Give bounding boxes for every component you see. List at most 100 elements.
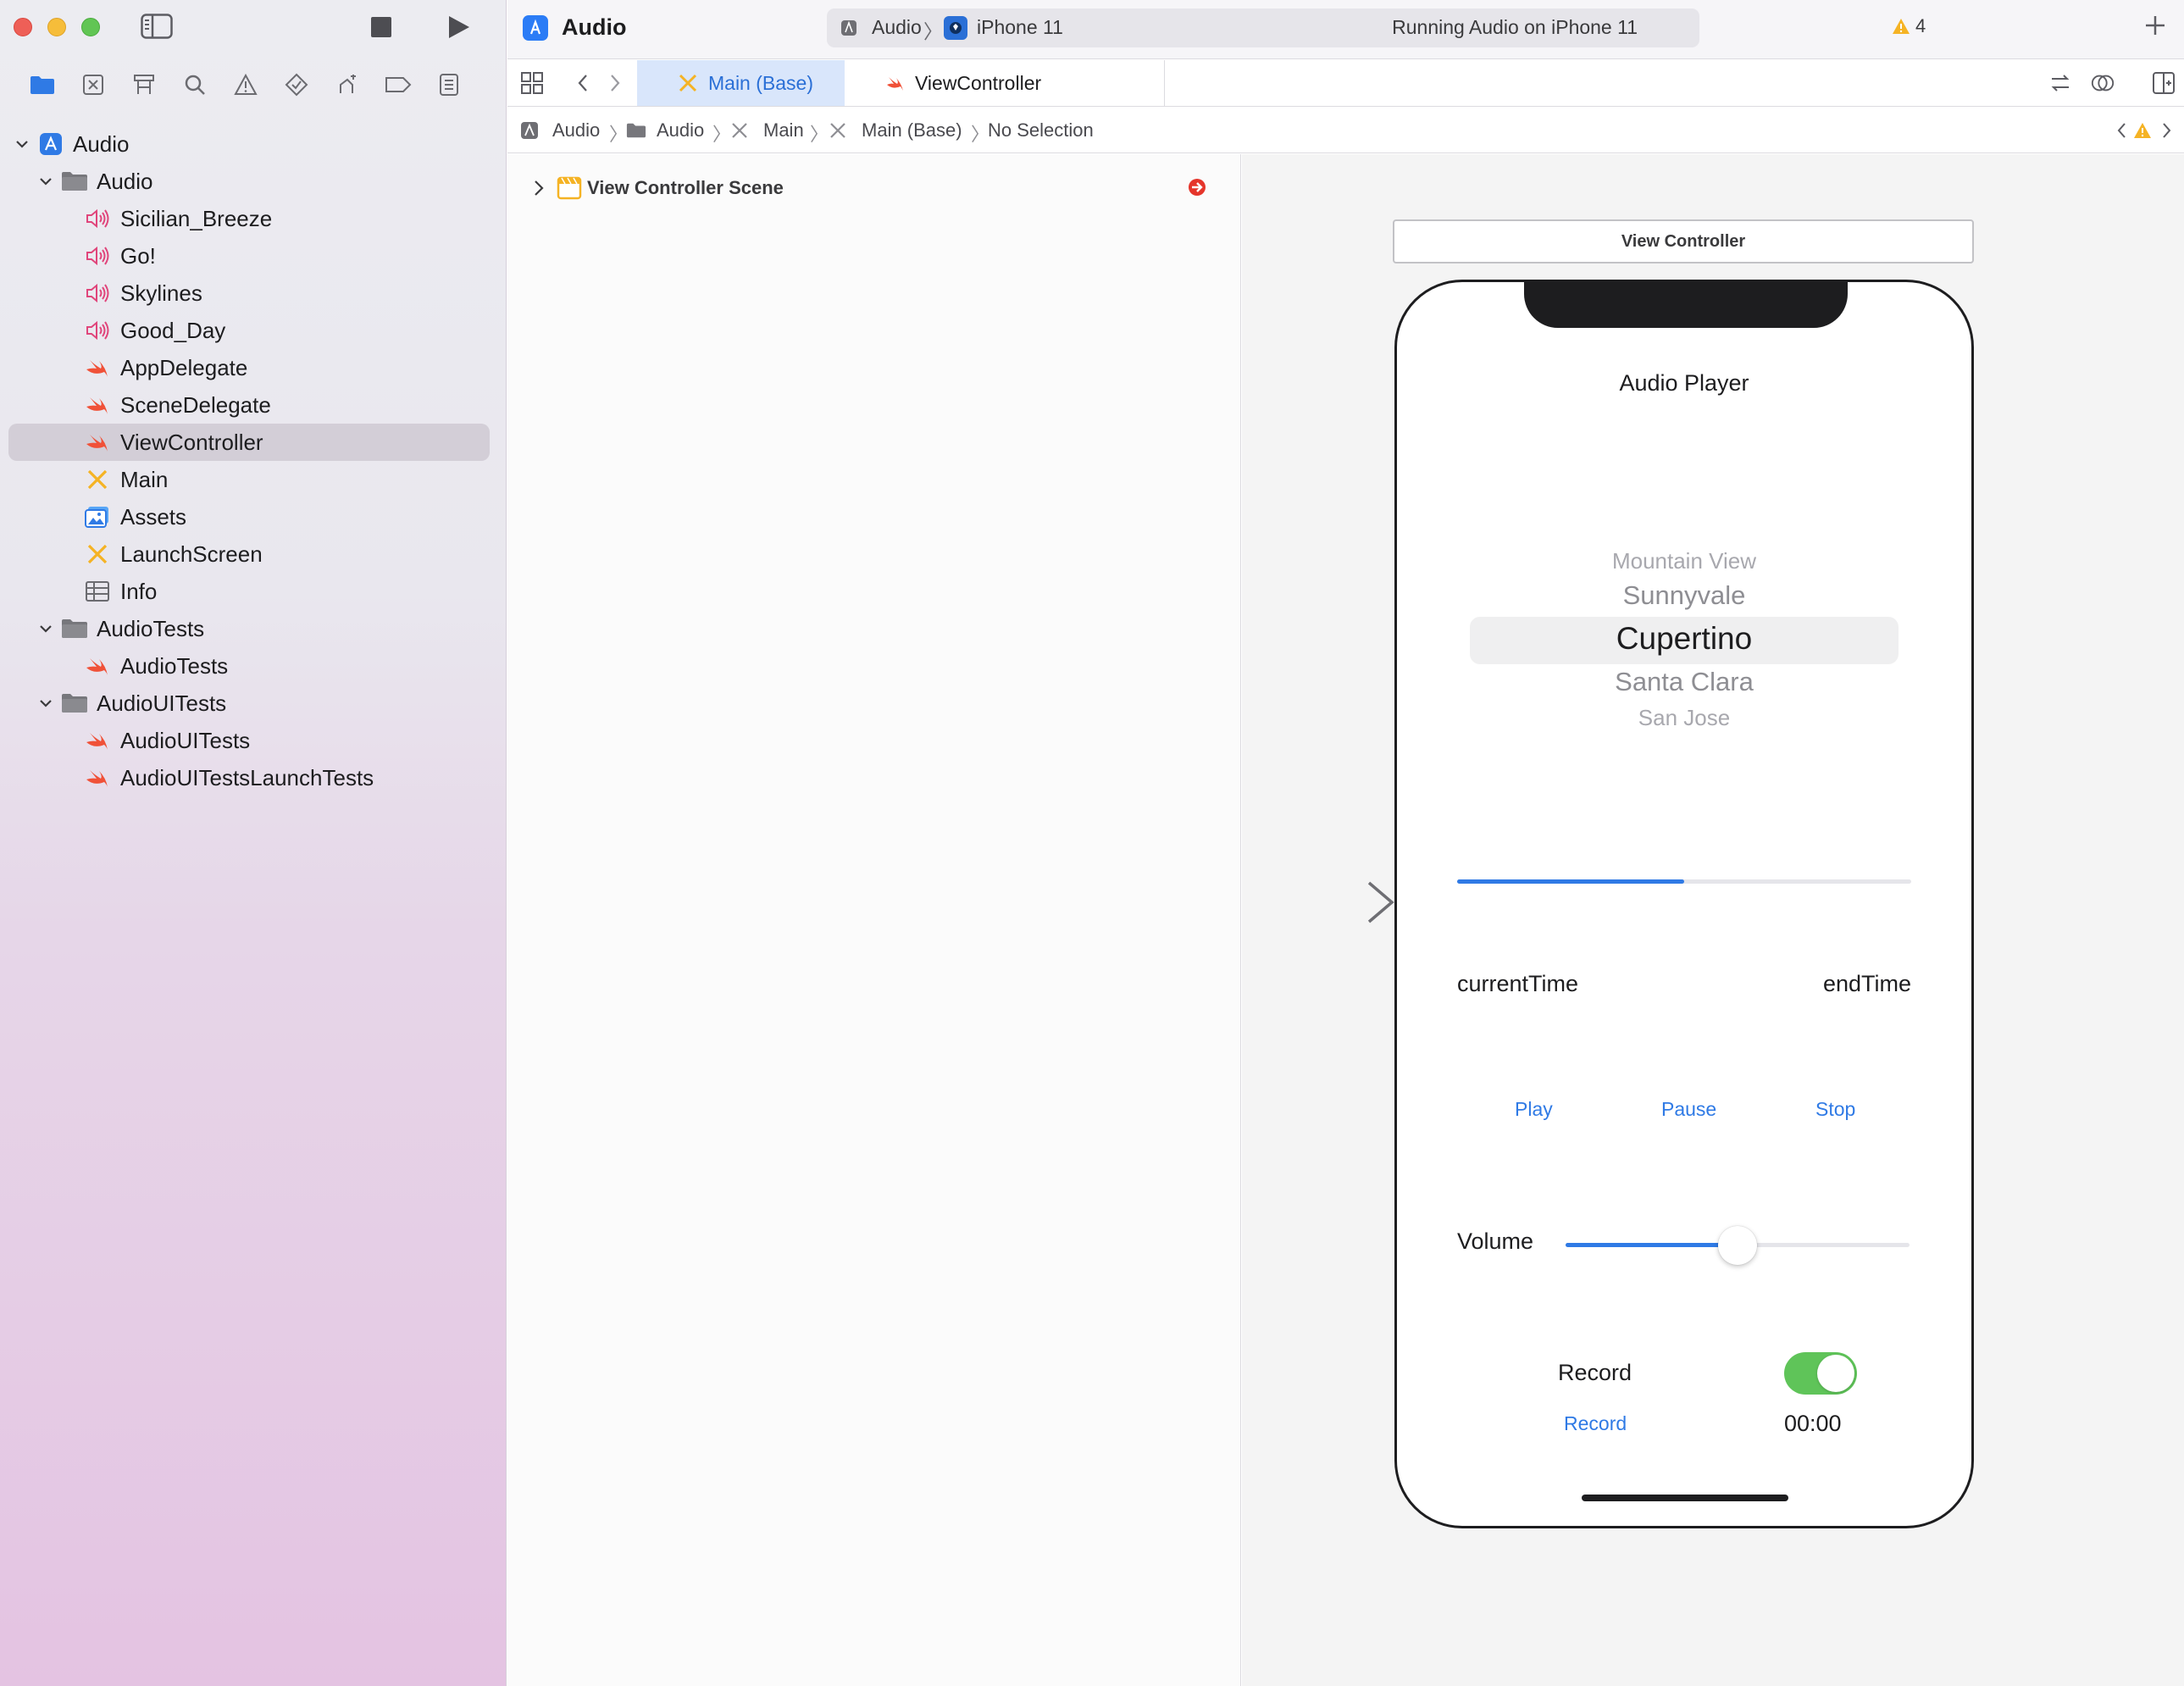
tab-viewcontroller[interactable]: ViewController [845,60,1165,106]
navigator-item[interactable]: AudioUITestsLaunchTests [0,759,507,796]
project-navigator-tab-icon[interactable] [25,68,59,102]
forward-chevron-icon[interactable] [602,70,628,96]
breadcrumb-item[interactable]: Main (Base) [862,119,962,141]
volume-slider-fill [1566,1243,1738,1247]
source-control-tab-icon[interactable] [76,68,110,102]
swap-editor-icon[interactable] [2048,70,2073,96]
navigator-item[interactable]: AudioUITests [0,722,507,759]
navigator-item[interactable]: AudioTests [0,647,507,685]
stop-button[interactable]: Stop [1815,1098,1855,1121]
navigator-item[interactable]: ViewController [8,424,490,461]
scheme-app-icon [840,19,857,36]
breadcrumb-item[interactable]: Audio [657,119,704,141]
navigator-item[interactable]: Main [0,461,507,498]
warning-icon[interactable] [2132,120,2153,141]
navigator-item[interactable]: Skylines [0,275,507,312]
close-window-button[interactable] [14,18,32,36]
breadcrumb-item[interactable]: No Selection [988,119,1094,141]
navigator-item[interactable]: AppDelegate [0,349,507,386]
run-icon[interactable] [445,14,472,41]
project-file-tree: Audio Audio Sicilian_Breeze Go! Skylines Good… [0,125,507,796]
next-issue-chevron-icon[interactable] [2157,120,2177,141]
navigator-item[interactable]: Audio [0,163,507,200]
window-toolbar: Audio Audio 〉 iPhone 11 Running Audio on… [507,0,2184,59]
picker-row[interactable]: Mountain View [1397,548,1971,574]
storyboard-canvas[interactable]: View Controller Audio Player Mountain Vi… [1242,154,2184,1686]
breadcrumb-item[interactable]: Audio [552,119,600,141]
picker-row[interactable]: Santa Clara [1397,667,1971,697]
add-editor-right-icon[interactable] [2151,70,2176,96]
related-items-grid-icon[interactable] [519,70,545,96]
tab-label: Main (Base) [708,71,813,94]
scheme-selector[interactable]: Audio 〉 iPhone 11 Running Audio on iPhon… [827,8,1699,47]
progress-fill [1457,879,1684,884]
picker-row[interactable]: Sunnyvale [1397,580,1971,611]
error-arrow-icon[interactable] [1188,178,1206,197]
previous-issue-chevron-icon[interactable] [2111,120,2131,141]
issue-navigator-tab-icon[interactable] [229,68,263,102]
add-icon[interactable] [2140,10,2170,41]
pause-button[interactable]: Pause [1661,1098,1716,1121]
outline-scene-row[interactable]: View Controller Scene [507,171,1241,205]
debug-navigator-tab-icon[interactable] [330,68,364,102]
navigator-item[interactable]: Go! [0,237,507,275]
disclosure-chevron-down-icon[interactable] [12,134,32,154]
navigator-item[interactable]: AudioUITests [0,685,507,722]
adjust-editor-options-icon[interactable] [2090,70,2115,96]
navigator-item-label: Assets [120,503,187,530]
record-button[interactable]: Record [1564,1412,1627,1435]
find-navigator-tab-icon[interactable] [178,68,212,102]
navigator-item-label: Audio [73,130,130,157]
iphone-device-frame[interactable]: Audio Player Mountain View Sunnyvale Cup… [1394,280,1974,1528]
warning-badge[interactable]: 4 [1892,15,1926,37]
zoom-window-button[interactable] [81,18,100,36]
initial-view-controller-arrow-icon [1254,881,1394,923]
back-chevron-icon[interactable] [570,70,596,96]
home-indicator [1582,1495,1788,1501]
sidebar-toggle-icon[interactable] [141,14,173,39]
disclosure-chevron-down-icon[interactable] [36,171,56,191]
swift-icon [883,71,906,95]
activity-status: Running Audio on iPhone 11 [1392,16,1638,38]
navigator-item[interactable]: Audio [0,125,507,163]
breakpoint-navigator-tab-icon[interactable] [381,68,415,102]
navigator-item[interactable]: LaunchScreen [0,535,507,573]
navigator-item-label: Info [120,578,158,604]
picker-selected-row[interactable]: Cupertino [1397,621,1971,657]
scheme-device-name[interactable]: iPhone 11 [977,16,1063,39]
navigator-item[interactable]: Sicilian_Breeze [0,200,507,237]
navigator-item[interactable]: Good_Day [0,312,507,349]
record-toggle-switch[interactable] [1784,1352,1857,1395]
volume-slider-thumb[interactable] [1718,1226,1757,1265]
navigator-item[interactable]: Assets [0,498,507,535]
disclosure-chevron-down-icon[interactable] [36,618,56,639]
minimize-window-button[interactable] [47,18,66,36]
test-navigator-tab-icon[interactable] [280,68,313,102]
stop-icon[interactable] [370,16,392,38]
navigator-item-label: SceneDelegate [120,391,271,418]
disclosure-chevron-icon[interactable] [529,178,548,198]
navigator-item[interactable]: AudioTests [0,610,507,647]
navigator-item-label: Audio [97,168,153,194]
play-button[interactable]: Play [1515,1098,1553,1121]
audio-file-icon [83,243,112,269]
scheme-app-name[interactable]: Audio [872,16,922,39]
picker-row[interactable]: San Jose [1397,705,1971,731]
document-outline: View Controller Scene [507,154,1241,1686]
disclosure-chevron-down-icon[interactable] [36,693,56,713]
symbol-navigator-tab-icon[interactable] [127,68,161,102]
volume-slider[interactable] [1566,1226,1910,1265]
navigator-item[interactable]: Info [0,573,507,610]
city-picker[interactable]: Mountain View Sunnyvale Cupertino Santa … [1397,536,1971,731]
asset-catalog-icon [83,504,112,530]
project-app-icon [523,15,548,41]
breadcrumb-item[interactable]: Main [763,119,804,141]
view-controller-title-bar[interactable]: View Controller [1393,219,1974,263]
jump-bar: Audio 〉 Audio 〉 Main 〉 Main (Base) 〉 No … [507,108,2184,153]
tab-main-base[interactable]: Main (Base) [637,60,845,106]
navigator-item[interactable]: SceneDelegate [0,386,507,424]
plist-icon [83,579,112,604]
report-navigator-tab-icon[interactable] [432,68,466,102]
navigator-item-label: Go! [120,242,156,269]
audio-file-icon [83,280,112,306]
